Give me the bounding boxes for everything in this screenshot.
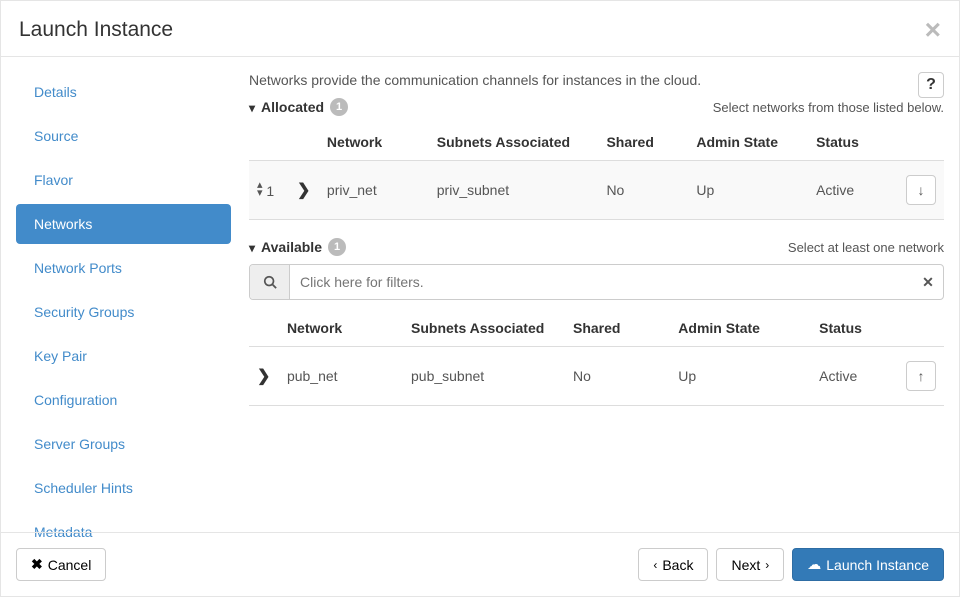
x-icon: ✕	[922, 274, 934, 291]
col-network[interactable]: Network	[319, 124, 429, 161]
allocated-toggle[interactable]: Allocated 1	[249, 98, 348, 116]
col-expand	[289, 124, 319, 161]
row-status: Active	[811, 347, 898, 406]
available-hint: Select at least one network	[788, 240, 944, 255]
sidebar-item-flavor[interactable]: Flavor	[16, 160, 231, 200]
modal-body: Details Source Flavor Networks Network P…	[1, 57, 959, 571]
sidebar-item-source[interactable]: Source	[16, 116, 231, 156]
launch-instance-modal: Launch Instance × Details Source Flavor …	[0, 0, 960, 597]
row-shared: No	[565, 347, 670, 406]
row-admin-state: Up	[670, 347, 811, 406]
sidebar-item-network-ports[interactable]: Network Ports	[16, 248, 231, 288]
wizard-sidebar: Details Source Flavor Networks Network P…	[16, 72, 231, 556]
available-table: Network Subnets Associated Shared Admin …	[249, 310, 944, 406]
row-network: priv_net	[319, 161, 429, 220]
cancel-button[interactable]: ✖ Cancel	[16, 548, 106, 581]
sidebar-item-networks[interactable]: Networks	[16, 204, 231, 244]
add-button[interactable]: ↑	[906, 361, 936, 391]
col-shared[interactable]: Shared	[565, 310, 670, 347]
available-toggle[interactable]: Available 1	[249, 238, 346, 256]
col-admin-state[interactable]: Admin State	[670, 310, 811, 347]
allocated-header-row: Allocated 1 Select networks from those l…	[249, 98, 944, 116]
filter-bar: ✕	[249, 264, 944, 300]
next-button[interactable]: Next ›	[716, 548, 784, 581]
x-icon: ✖	[31, 556, 43, 573]
chevron-right-icon: ❯	[257, 368, 270, 385]
allocated-label: Allocated	[261, 99, 324, 115]
sort-icon: ▴▾	[257, 181, 263, 197]
chevron-down-icon	[249, 239, 255, 255]
remove-button[interactable]: ↓	[906, 175, 936, 205]
available-label: Available	[261, 239, 322, 255]
sidebar-item-security-groups[interactable]: Security Groups	[16, 292, 231, 332]
help-button[interactable]: ?	[918, 72, 944, 98]
footer-right: ‹ Back Next › ☁ Launch Instance	[638, 548, 944, 581]
filter-input[interactable]	[290, 265, 913, 299]
row-order[interactable]: ▴▾ 1	[249, 161, 289, 220]
close-icon[interactable]: ×	[925, 16, 941, 44]
col-action	[898, 124, 944, 161]
search-icon[interactable]	[250, 265, 290, 299]
table-row: ▴▾ 1 ❯ priv_net priv_subnet No Up Active…	[249, 161, 944, 220]
allocated-hint: Select networks from those listed below.	[713, 100, 944, 115]
sidebar-item-details[interactable]: Details	[16, 72, 231, 112]
col-expand	[249, 310, 279, 347]
chevron-right-icon: ›	[765, 558, 769, 572]
table-row: ❯ pub_net pub_subnet No Up Active ↑	[249, 347, 944, 406]
chevron-down-icon	[249, 99, 255, 115]
sidebar-item-configuration[interactable]: Configuration	[16, 380, 231, 420]
launch-instance-button[interactable]: ☁ Launch Instance	[792, 548, 944, 581]
clear-filter-button[interactable]: ✕	[913, 265, 943, 299]
col-network[interactable]: Network	[279, 310, 403, 347]
col-status[interactable]: Status	[811, 310, 898, 347]
row-expand[interactable]: ❯	[289, 161, 319, 220]
back-label: Back	[662, 557, 693, 573]
col-subnets[interactable]: Subnets Associated	[403, 310, 565, 347]
description-text: Networks provide the communication chann…	[249, 72, 944, 88]
col-action	[898, 310, 944, 347]
available-count-badge: 1	[328, 238, 346, 256]
row-status: Active	[808, 161, 898, 220]
content-panel: ? Networks provide the communication cha…	[231, 72, 944, 556]
sidebar-item-key-pair[interactable]: Key Pair	[16, 336, 231, 376]
col-order	[249, 124, 289, 161]
arrow-up-icon: ↑	[918, 368, 925, 384]
row-subnets: priv_subnet	[429, 161, 599, 220]
row-shared: No	[598, 161, 688, 220]
arrow-down-icon: ↓	[918, 182, 925, 198]
sidebar-item-server-groups[interactable]: Server Groups	[16, 424, 231, 464]
row-admin-state: Up	[688, 161, 808, 220]
allocated-count-badge: 1	[330, 98, 348, 116]
back-button[interactable]: ‹ Back	[638, 548, 708, 581]
col-admin-state[interactable]: Admin State	[688, 124, 808, 161]
chevron-right-icon: ❯	[297, 182, 310, 199]
cancel-label: Cancel	[48, 557, 92, 573]
row-expand[interactable]: ❯	[249, 347, 279, 406]
modal-title: Launch Instance	[19, 18, 173, 42]
col-subnets[interactable]: Subnets Associated	[429, 124, 599, 161]
cloud-upload-icon: ☁	[807, 556, 821, 573]
available-header-row: Available 1 Select at least one network	[249, 238, 944, 256]
chevron-left-icon: ‹	[653, 558, 657, 572]
modal-header: Launch Instance ×	[1, 1, 959, 57]
col-status[interactable]: Status	[808, 124, 898, 161]
col-shared[interactable]: Shared	[598, 124, 688, 161]
modal-footer: ✖ Cancel ‹ Back Next › ☁ Launch Instance	[1, 532, 959, 596]
row-network: pub_net	[279, 347, 403, 406]
sidebar-item-scheduler-hints[interactable]: Scheduler Hints	[16, 468, 231, 508]
next-label: Next	[731, 557, 760, 573]
allocated-table: Network Subnets Associated Shared Admin …	[249, 124, 944, 220]
row-subnets: pub_subnet	[403, 347, 565, 406]
launch-label: Launch Instance	[826, 557, 929, 573]
